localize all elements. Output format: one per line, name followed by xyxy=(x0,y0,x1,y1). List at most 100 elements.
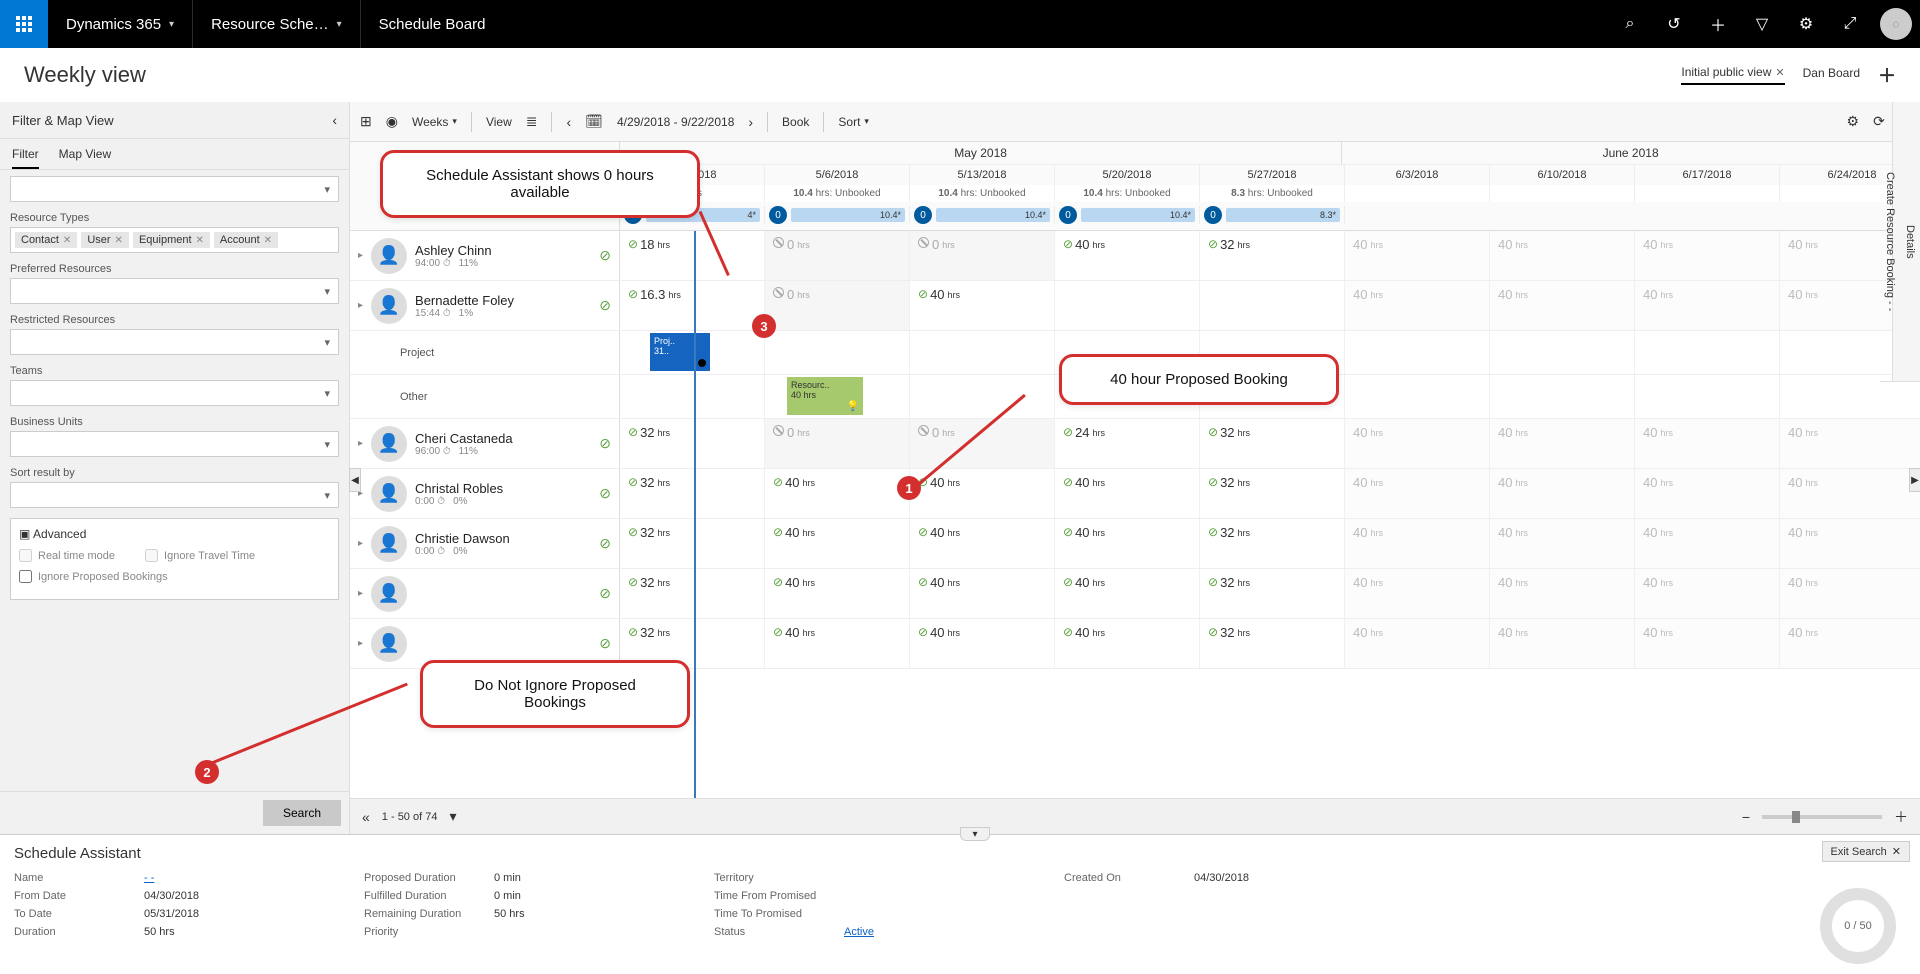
bu-select[interactable] xyxy=(10,431,339,457)
hours-cell[interactable]: ⊘32 hrs xyxy=(620,419,765,468)
list-icon[interactable]: ≣ xyxy=(526,113,538,130)
panel-expand-handle[interactable]: ▾ xyxy=(960,827,990,841)
tab-add[interactable]: ＋ xyxy=(1878,62,1896,88)
zoom-in-icon[interactable]: ＋ xyxy=(1894,807,1908,827)
hours-cell[interactable]: 40 hrs xyxy=(1345,231,1490,280)
collapse-icon[interactable]: ‹ xyxy=(332,112,337,128)
chip-equipment[interactable]: Equipment✕ xyxy=(133,232,210,248)
user-avatar[interactable]: ◌ xyxy=(1880,8,1912,40)
hours-cell[interactable]: 40 hrs xyxy=(1635,281,1780,330)
restricted-select[interactable] xyxy=(10,329,339,355)
hours-cell[interactable]: ⊘32 hrs xyxy=(620,469,765,518)
hours-cell[interactable]: ⊘32 hrs xyxy=(1200,231,1345,280)
sub-cell[interactable] xyxy=(910,331,1055,374)
hours-cell[interactable]: ⊘32 hrs xyxy=(1200,619,1345,668)
hours-cell[interactable]: 40 hrs xyxy=(1345,569,1490,618)
subtab-filter[interactable]: Filter xyxy=(12,147,39,169)
hours-cell[interactable]: ⊘32 hrs xyxy=(620,519,765,568)
check-realtime[interactable]: Real time mode xyxy=(19,549,115,562)
teams-select[interactable] xyxy=(10,380,339,406)
hours-cell[interactable]: ⊘40 hrs xyxy=(910,519,1055,568)
page-prev-icon[interactable]: « xyxy=(362,809,370,825)
hours-cell[interactable]: 40 hrs xyxy=(1780,419,1920,468)
hours-cell[interactable]: 40 hrs xyxy=(1635,231,1780,280)
hours-cell[interactable]: 40 hrs xyxy=(1345,281,1490,330)
sort-select[interactable] xyxy=(10,482,339,508)
page-next-icon[interactable]: ▾ xyxy=(449,808,456,825)
subtab-map[interactable]: Map View xyxy=(59,147,111,169)
resource-cell[interactable]: ▸👤Christie Dawson0:00 ⏱0%⊘ xyxy=(350,519,620,568)
hours-cell[interactable]: ⊘32 hrs xyxy=(1200,569,1345,618)
sub-cell[interactable]: Resourc..40 hrs💡 xyxy=(765,375,910,418)
close-icon[interactable]: ✕ xyxy=(196,235,204,246)
next-icon[interactable]: › xyxy=(748,114,753,130)
hours-cell[interactable]: 40 hrs xyxy=(1780,519,1920,568)
hours-cell[interactable]: 40 hrs xyxy=(1780,469,1920,518)
scroll-left[interactable]: ◀ xyxy=(349,468,361,492)
hours-cell[interactable]: ⊘40 hrs xyxy=(1055,469,1200,518)
hours-cell[interactable]: 40 hrs xyxy=(1490,281,1635,330)
nav-brand[interactable]: Dynamics 365 ▾ xyxy=(48,0,193,48)
hours-cell[interactable]: ⊘40 hrs xyxy=(910,281,1055,330)
hours-cell[interactable]: ⊘40 hrs xyxy=(1055,519,1200,568)
resource-cell[interactable]: ▸👤Bernadette Foley15:44 ⏱1%⊘ xyxy=(350,281,620,330)
check-ignore-proposed[interactable]: Ignore Proposed Bookings xyxy=(19,570,168,583)
hours-cell[interactable]: 0 hrs xyxy=(910,419,1055,468)
hours-cell[interactable]: 40 hrs xyxy=(1780,619,1920,668)
filter-icon[interactable]: ▽ xyxy=(1740,14,1784,34)
search-icon[interactable]: ⌕ xyxy=(1608,15,1652,33)
recent-icon[interactable]: ↺ xyxy=(1652,14,1696,34)
hours-cell[interactable] xyxy=(1200,281,1345,330)
flyout-details[interactable]: Details xyxy=(1900,102,1920,382)
hours-cell[interactable]: 0 hrs xyxy=(765,419,910,468)
hours-cell[interactable]: 40 hrs xyxy=(1490,619,1635,668)
hours-cell[interactable]: ⊘40 hrs xyxy=(910,469,1055,518)
nav-page[interactable]: Schedule Board xyxy=(361,0,504,48)
hours-cell[interactable]: ⊘16.3 hrs xyxy=(620,281,765,330)
hours-cell[interactable]: 0 hrs xyxy=(765,281,910,330)
hours-cell[interactable]: 0 hrs xyxy=(765,231,910,280)
hours-cell[interactable]: 40 hrs xyxy=(1345,469,1490,518)
sub-cell[interactable] xyxy=(1345,331,1490,374)
hours-cell[interactable]: ⊘40 hrs xyxy=(1055,231,1200,280)
hours-cell[interactable]: 40 hrs xyxy=(1345,619,1490,668)
create-icon[interactable]: ＋ xyxy=(1696,12,1740,36)
hours-cell[interactable]: ⊘40 hrs xyxy=(1055,569,1200,618)
tab-initial-public-view[interactable]: Initial public view ✕ xyxy=(1681,65,1784,85)
check-ignore-travel[interactable]: Ignore Travel Time xyxy=(145,549,255,562)
sub-cell[interactable] xyxy=(1635,331,1780,374)
hours-cell[interactable]: 40 hrs xyxy=(1780,569,1920,618)
view-select[interactable]: View xyxy=(486,115,512,129)
hours-cell[interactable] xyxy=(1055,281,1200,330)
sub-cell[interactable] xyxy=(765,331,910,374)
sub-cell[interactable] xyxy=(620,375,765,418)
granularity-weeks[interactable]: Weeks▾ xyxy=(412,115,457,129)
zoom-out-icon[interactable]: − xyxy=(1742,809,1750,825)
hours-cell[interactable]: ⊘32 hrs xyxy=(1200,519,1345,568)
calendar-icon[interactable]: 🗓 xyxy=(585,113,603,130)
advanced-title[interactable]: ▣ Advanced xyxy=(19,527,330,541)
hours-cell[interactable]: ⊘40 hrs xyxy=(910,619,1055,668)
hours-cell[interactable]: ⊘24 hrs xyxy=(1055,419,1200,468)
hours-cell[interactable]: 40 hrs xyxy=(1490,231,1635,280)
hours-cell[interactable]: 40 hrs xyxy=(1635,469,1780,518)
resource-cell[interactable]: ▸👤Ashley Chinn94:00 ⏱11%⊘ xyxy=(350,231,620,280)
hours-cell[interactable]: ⊘32 hrs xyxy=(1200,419,1345,468)
sort-button[interactable]: Sort▾ xyxy=(838,115,869,129)
search-button[interactable]: Search xyxy=(263,800,341,826)
hours-cell[interactable]: 0 hrs xyxy=(910,231,1055,280)
sub-cell[interactable] xyxy=(1635,375,1780,418)
close-icon[interactable]: ✕ xyxy=(115,235,123,246)
sub-cell[interactable] xyxy=(1345,375,1490,418)
filter-header[interactable]: Filter & Map View ‹ xyxy=(0,102,349,139)
expand-icon[interactable]: ⤢ xyxy=(1828,15,1872,33)
add-grid-icon[interactable]: ⊞ xyxy=(360,113,372,130)
exit-search-button[interactable]: Exit Search✕ xyxy=(1822,841,1910,862)
resource-types-chips[interactable]: Contact✕ User✕ Equipment✕ Account✕ xyxy=(10,227,339,253)
hours-cell[interactable]: 40 hrs xyxy=(1345,419,1490,468)
hours-cell[interactable]: ⊘40 hrs xyxy=(765,519,910,568)
settings-icon[interactable]: ⚙ xyxy=(1784,14,1828,34)
flyout-create-booking[interactable]: Create Resource Booking - - xyxy=(1880,102,1900,382)
hours-cell[interactable]: 40 hrs xyxy=(1635,619,1780,668)
chip-contact[interactable]: Contact✕ xyxy=(15,232,77,248)
